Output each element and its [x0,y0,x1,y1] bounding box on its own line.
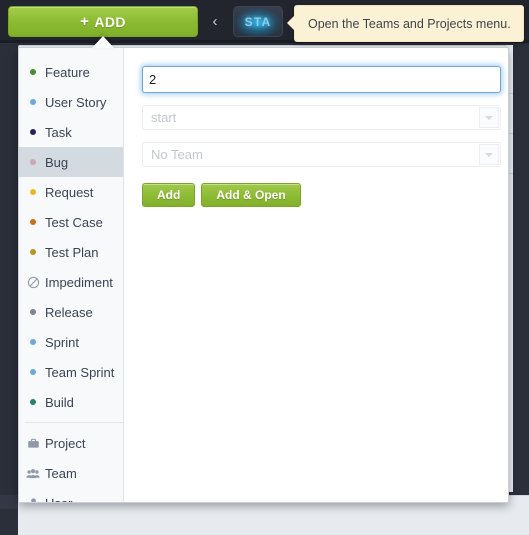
add-and-open-button[interactable]: Add & Open [201,183,301,207]
team-select[interactable]: No Team [142,142,501,167]
bullet-dot-icon [30,399,36,405]
bullet-dot-icon [30,159,36,165]
collapse-chevron-left-icon[interactable]: ‹ [206,6,224,37]
bullet-dot-icon [30,339,36,345]
bullet-dot-icon [30,69,36,75]
type-item-impediment[interactable]: Impediment [19,267,123,297]
type-item-label: Team Sprint [45,364,115,380]
group-icon [26,467,40,480]
type-item-release[interactable]: Release [19,297,123,327]
type-item-label: Bug [45,154,69,170]
bullet-dot-icon [30,129,36,135]
add-button-label: ADD [94,13,126,30]
type-item-label: Test Case [45,214,103,230]
type-item-sprint[interactable]: Sprint [19,327,123,357]
bullet-dot-icon [30,219,36,225]
type-item-label: Team [45,465,77,481]
type-item-test-case[interactable]: Test Case [19,207,123,237]
type-item-label: Sprint [45,334,79,350]
bullet-dot-icon [30,249,36,255]
type-item-label: Feature [45,64,90,80]
tooltip-text: Open the Teams and Projects menu. [308,16,511,31]
prohibition-icon [26,276,40,289]
bullet-dot-icon [30,99,36,105]
type-item-feature[interactable]: Feature [19,57,123,87]
chevron-down-icon[interactable] [479,144,499,165]
type-item-label: Project [45,435,86,451]
add-button[interactable]: + ADD [8,6,198,37]
type-item-label: Test Plan [45,244,99,260]
add-form: start No Team Add Add & Open [124,48,508,502]
type-item-build[interactable]: Build [19,387,123,417]
type-item-request[interactable]: Request [19,177,123,207]
type-item-user-story[interactable]: User Story [19,87,123,117]
type-item-team[interactable]: Team [19,458,123,488]
type-item-label: User [45,495,73,503]
bottom-corner [0,495,18,509]
type-item-user[interactable]: User [19,488,123,503]
start-select[interactable]: start [142,105,501,130]
type-item-test-plan[interactable]: Test Plan [19,237,123,267]
plus-icon: + [80,13,90,30]
type-item-task[interactable]: Task [19,117,123,147]
briefcase-icon [26,437,40,450]
bullet-dot-icon [30,309,36,315]
type-item-bug[interactable]: Bug [19,147,123,177]
tooltip-arrow-icon [287,15,295,31]
person-icon [26,497,40,502]
type-item-project[interactable]: Project [19,428,123,458]
panel-caret-icon [92,36,114,48]
title-input[interactable] [142,66,501,93]
bullet-dot-icon [30,369,36,375]
type-item-label: User Story [45,94,107,110]
sta-button[interactable]: STA [233,6,283,37]
add-panel: Feature User Story Task Bug Request Test Case… [18,47,509,503]
bullet-dot-icon [30,189,36,195]
chevron-down-icon[interactable] [479,107,499,128]
type-item-label: Impediment [45,274,113,290]
type-list-divider [25,422,123,423]
type-item-label: Release [45,304,93,320]
type-item-label: Task [45,124,72,140]
type-item-team-sprint[interactable]: Team Sprint [19,357,123,387]
app-root: + ADD ‹ STA Feature User Story Task Bug Requ… [0,0,529,535]
team-select-value: No Team [151,147,203,162]
type-item-label: Build [45,394,74,410]
start-select-value: start [151,110,177,125]
type-item-label: Request [45,184,94,200]
add-submit-button[interactable]: Add [142,183,196,207]
tooltip: Open the Teams and Projects menu. [287,5,524,42]
type-list: Feature User Story Task Bug Request Test Case… [19,48,124,502]
form-button-row: Add Add & Open [142,183,501,207]
